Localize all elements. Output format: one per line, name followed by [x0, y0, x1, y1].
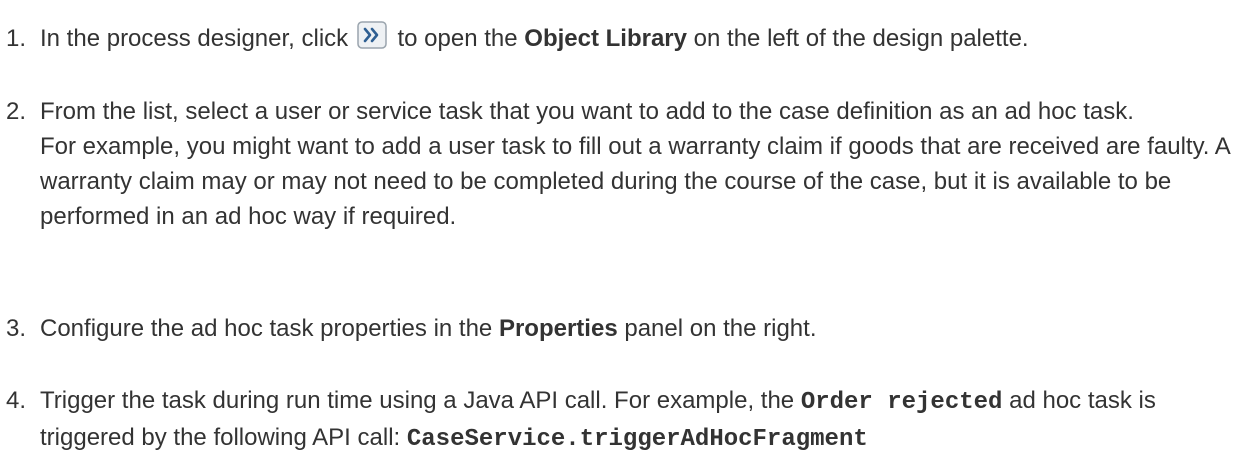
step-text-segment: Configure the ad hoc task properties in …: [40, 315, 493, 342]
step-text-segment: Trigger the task during run time using a…: [40, 387, 795, 414]
step-text-segment: panel on the right.: [624, 315, 817, 342]
document-page: 1. In the process designer, click to ope…: [0, 0, 1250, 453]
properties-term: Properties: [498, 315, 618, 342]
step-number: 2.: [6, 98, 27, 125]
step-number: 1.: [6, 25, 27, 52]
step-example-text: For example, you might want to add a use…: [40, 133, 1230, 230]
step-number: 3.: [6, 315, 27, 342]
step-body: Configure the ad hoc task properties in …: [40, 311, 1230, 346]
step-text: Configure the ad hoc task properties in …: [40, 311, 1230, 346]
step-number: 4.: [6, 387, 27, 414]
order-rejected-code: Order rejected: [800, 389, 1003, 416]
step-body: In the process designer, click to open t…: [40, 21, 1230, 56]
step-text: In the process designer, click to open t…: [40, 21, 1230, 56]
step-body: From the list, select a user or service …: [40, 94, 1230, 234]
double-chevron-right-icon[interactable]: [357, 21, 387, 49]
step-body: Trigger the task during run time using a…: [40, 383, 1230, 457]
object-library-term: Object Library: [524, 25, 687, 52]
step-text-segment: on the left of the design palette.: [693, 25, 1029, 52]
step-text-segment: In the process designer, click: [40, 25, 349, 52]
step-text: Trigger the task during run time using a…: [40, 383, 1230, 457]
step-text-segment: to open the: [397, 25, 518, 52]
api-call-code: CaseService.triggerAdHocFragment: [406, 426, 868, 453]
step-text: From the list, select a user or service …: [40, 98, 1134, 125]
